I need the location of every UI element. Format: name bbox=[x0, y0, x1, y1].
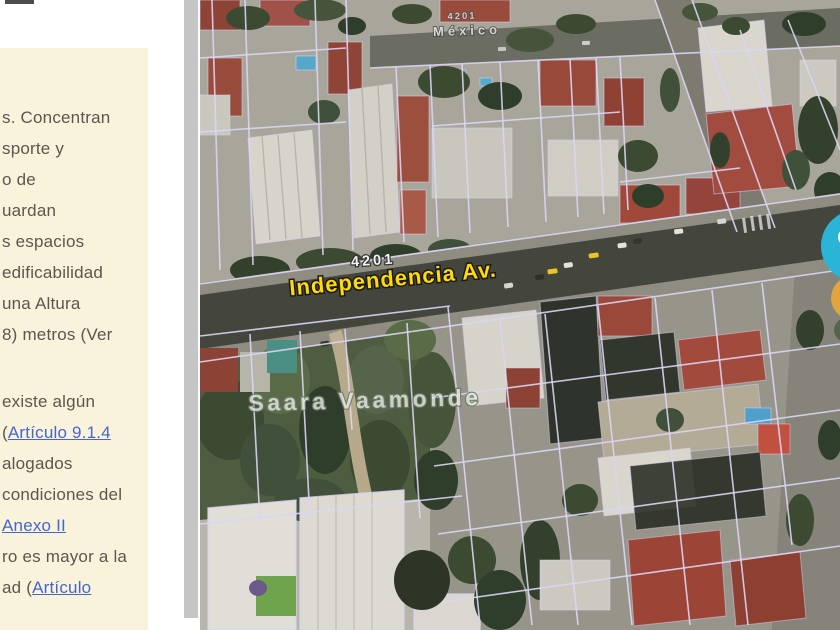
panel-text-line: Anexo II bbox=[2, 510, 148, 541]
panel-text-line: 8) metros (Ver bbox=[2, 319, 148, 350]
map-viewport[interactable]: 4201 México 4201 Independencia Av. Saara… bbox=[200, 0, 840, 630]
panel-text: 8) metros (Ver bbox=[2, 325, 113, 344]
panel-link[interactable]: Artículo 9.1.4 bbox=[8, 423, 111, 442]
panel-text: una Altura bbox=[2, 294, 81, 313]
truncated-text-fragment bbox=[5, 0, 34, 4]
page: s. Concentran sporte y o de uardan s espacio… bbox=[0, 0, 840, 630]
panel-text: alogados bbox=[2, 454, 73, 473]
street-number-top-label: 4201 bbox=[447, 10, 477, 22]
panel-text-block: s. Concentran sporte y o de uardan s espacio… bbox=[2, 102, 148, 603]
panel-text: sporte y bbox=[2, 139, 64, 158]
street-top-label: México bbox=[433, 22, 502, 39]
panel-text-line: o de bbox=[2, 164, 148, 195]
panel-text-line: ro es mayor a la bbox=[2, 541, 148, 572]
panel-text-line: ad (Artículo bbox=[2, 572, 148, 603]
panel-text: existe algún bbox=[2, 392, 95, 411]
panel-text-line: s. Concentran bbox=[2, 102, 148, 133]
panel-text-line: s espacios bbox=[2, 226, 148, 257]
panel-text-line: existe algún bbox=[2, 386, 148, 417]
panel-text: ro es mayor a la bbox=[2, 547, 127, 566]
panel-text: s espacios bbox=[2, 232, 84, 251]
panel-text: edificabilidad bbox=[2, 263, 103, 282]
panel-text: ad ( bbox=[2, 578, 32, 597]
panel-text: condiciones del bbox=[2, 485, 122, 504]
panel-text: o de bbox=[2, 170, 36, 189]
panel-text-line: condiciones del bbox=[2, 479, 148, 510]
panel-text-line: (Artículo 9.1.4 bbox=[2, 417, 148, 448]
panel-text-line: alogados bbox=[2, 448, 148, 479]
panel-text-line: uardan bbox=[2, 195, 148, 226]
panel-text-line: una Altura bbox=[2, 288, 148, 319]
panel-text-line: sporte y bbox=[2, 133, 148, 164]
scrollbar-thumb[interactable] bbox=[184, 0, 198, 618]
panel-text: uardan bbox=[2, 201, 56, 220]
panel-link[interactable]: Artículo bbox=[32, 578, 91, 597]
aerial-map: 4201 México 4201 Independencia Av. Saara… bbox=[200, 0, 840, 630]
info-panel: s. Concentran sporte y o de uardan s espacio… bbox=[0, 48, 148, 630]
panel-text-line: edificabilidad bbox=[2, 257, 148, 288]
panel-link[interactable]: Anexo II bbox=[2, 516, 66, 535]
panel-text: s. Concentran bbox=[2, 108, 110, 127]
